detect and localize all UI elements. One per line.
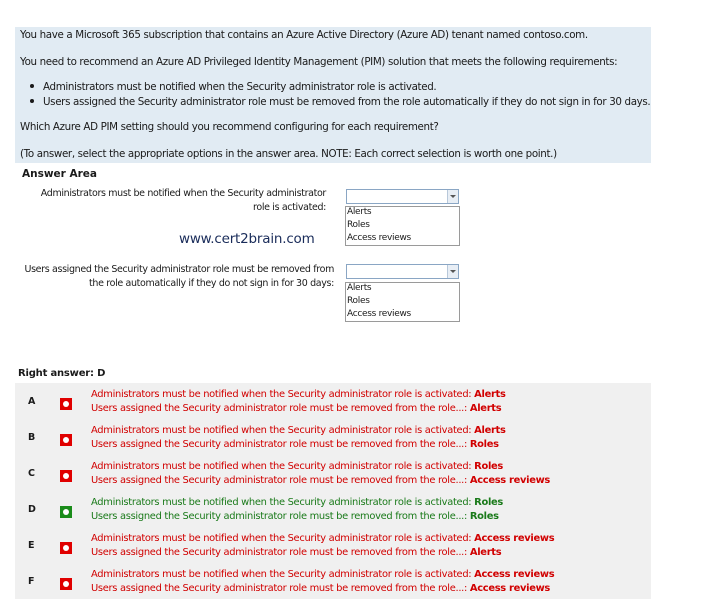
requirement-text-2: Users assigned the Security administrato… (43, 96, 651, 108)
question-prompt: Which Azure AD PIM setting should you re… (20, 121, 439, 133)
option-line-2-value: Access reviews (469, 583, 551, 594)
marker-dot (63, 473, 69, 479)
option-letter: C (28, 468, 35, 479)
chevron-down-icon[interactable] (447, 190, 458, 203)
option-access-reviews[interactable]: Access reviews (347, 233, 411, 243)
marker-dot (63, 509, 69, 515)
option-line-1: Administrators must be notified when the… (91, 569, 555, 580)
option-line-2: Users assigned the Security administrato… (91, 583, 550, 594)
question-instructions: (To answer, select the appropriate optio… (20, 148, 557, 160)
option-line-2-value: Alerts (469, 403, 502, 414)
option-line-2-value: Access reviews (469, 475, 551, 486)
requirement-bullet-2: Users assigned the Security administrato… (30, 96, 651, 108)
option-line-1-value: Alerts (474, 389, 506, 400)
option-access-reviews[interactable]: Access reviews (347, 309, 411, 319)
marker-dot (63, 581, 69, 587)
marker-dot (63, 437, 69, 443)
question-panel: You have a Microsoft 365 subscription th… (15, 27, 651, 163)
incorrect-marker-icon (60, 470, 72, 482)
watermark: www.cert2brain.com (179, 231, 315, 247)
requirement-2-dropdown[interactable] (346, 264, 459, 279)
option-line-1-value: Alerts (474, 425, 506, 436)
option-line-2-value: Roles (469, 511, 499, 522)
answer-option-c[interactable]: C Administrators must be notified when th… (15, 455, 651, 491)
right-answer-label: Right answer: D (18, 368, 106, 379)
correct-marker-icon (60, 506, 72, 518)
requirement-1-option-list: Alerts Roles Access reviews (345, 206, 460, 246)
answer-option-f[interactable]: F Administrators must be notified when th… (15, 563, 651, 599)
answer-option-b[interactable]: B Administrators must be notified when th… (15, 419, 651, 455)
requirement-text-1: Administrators must be notified when the… (43, 81, 437, 93)
option-line-1-prefix: Administrators must be notified when the… (91, 569, 475, 580)
option-line-2-prefix: Users assigned the Security administrato… (91, 439, 470, 450)
option-line-2-prefix: Users assigned the Security administrato… (91, 511, 470, 522)
incorrect-marker-icon (60, 434, 72, 446)
option-line-1-value: Access reviews (474, 533, 555, 544)
answer-option-d[interactable]: D Administrators must be notified when th… (15, 491, 651, 527)
option-line-1-value: Roles (474, 461, 504, 472)
option-line-2: Users assigned the Security administrato… (91, 403, 502, 414)
requirement-2-label-line2: the role automatically if they do not si… (89, 278, 334, 289)
marker-dot (63, 545, 69, 551)
question-requirement-intro: You need to recommend an Azure AD Privil… (20, 56, 618, 68)
option-line-2: Users assigned the Security administrato… (91, 439, 499, 450)
option-line-1-prefix: Administrators must be notified when the… (91, 461, 475, 472)
option-letter: B (28, 432, 36, 443)
bullet-dot (30, 99, 34, 103)
option-alerts[interactable]: Alerts (347, 283, 372, 293)
option-roles[interactable]: Roles (347, 296, 370, 306)
option-line-1: Administrators must be notified when the… (91, 497, 503, 508)
answer-area-title: Answer Area (22, 168, 98, 180)
option-letter: D (28, 504, 36, 515)
option-line-2: Users assigned the Security administrato… (91, 511, 499, 522)
requirement-2-label-line1: Users assigned the Security administrato… (24, 264, 334, 275)
option-line-2-value: Alerts (469, 547, 502, 558)
option-line-2-value: Roles (469, 439, 499, 450)
requirement-bullet-1: Administrators must be notified when the… (30, 81, 437, 93)
option-line-1-prefix: Administrators must be notified when the… (91, 533, 475, 544)
bullet-dot (30, 84, 34, 88)
option-line-1: Administrators must be notified when the… (91, 425, 506, 436)
option-line-1: Administrators must be notified when the… (91, 533, 555, 544)
incorrect-marker-icon (60, 578, 72, 590)
option-line-1-prefix: Administrators must be notified when the… (91, 389, 475, 400)
answer-option-e[interactable]: E Administrators must be notified when th… (15, 527, 651, 563)
option-line-2-prefix: Users assigned the Security administrato… (91, 547, 470, 558)
option-line-1: Administrators must be notified when the… (91, 389, 506, 400)
option-roles[interactable]: Roles (347, 220, 370, 230)
option-line-2: Users assigned the Security administrato… (91, 547, 502, 558)
marker-dot (63, 401, 69, 407)
option-letter: A (28, 396, 36, 407)
option-letter: F (28, 576, 35, 587)
option-line-2-prefix: Users assigned the Security administrato… (91, 583, 470, 594)
answer-option-a[interactable]: A Administrators must be notified when th… (15, 383, 651, 419)
option-line-1: Administrators must be notified when the… (91, 461, 503, 472)
option-line-2: Users assigned the Security administrato… (91, 475, 550, 486)
requirement-1-label-line1: Administrators must be notified when the… (40, 188, 327, 199)
option-letter: E (28, 540, 35, 551)
question-intro: You have a Microsoft 365 subscription th… (20, 29, 588, 41)
requirement-1-label-line2: role is activated: (253, 202, 326, 213)
requirement-2-option-list: Alerts Roles Access reviews (345, 282, 460, 322)
option-line-1-prefix: Administrators must be notified when the… (91, 425, 475, 436)
option-line-1-value: Access reviews (474, 569, 555, 580)
option-line-1-prefix: Administrators must be notified when the… (91, 497, 475, 508)
option-line-2-prefix: Users assigned the Security administrato… (91, 403, 470, 414)
requirement-1-dropdown[interactable] (346, 189, 459, 204)
chevron-down-icon[interactable] (447, 265, 458, 278)
incorrect-marker-icon (60, 398, 72, 410)
option-line-2-prefix: Users assigned the Security administrato… (91, 475, 470, 486)
option-line-1-value: Roles (474, 497, 504, 508)
option-alerts[interactable]: Alerts (347, 207, 372, 217)
incorrect-marker-icon (60, 542, 72, 554)
